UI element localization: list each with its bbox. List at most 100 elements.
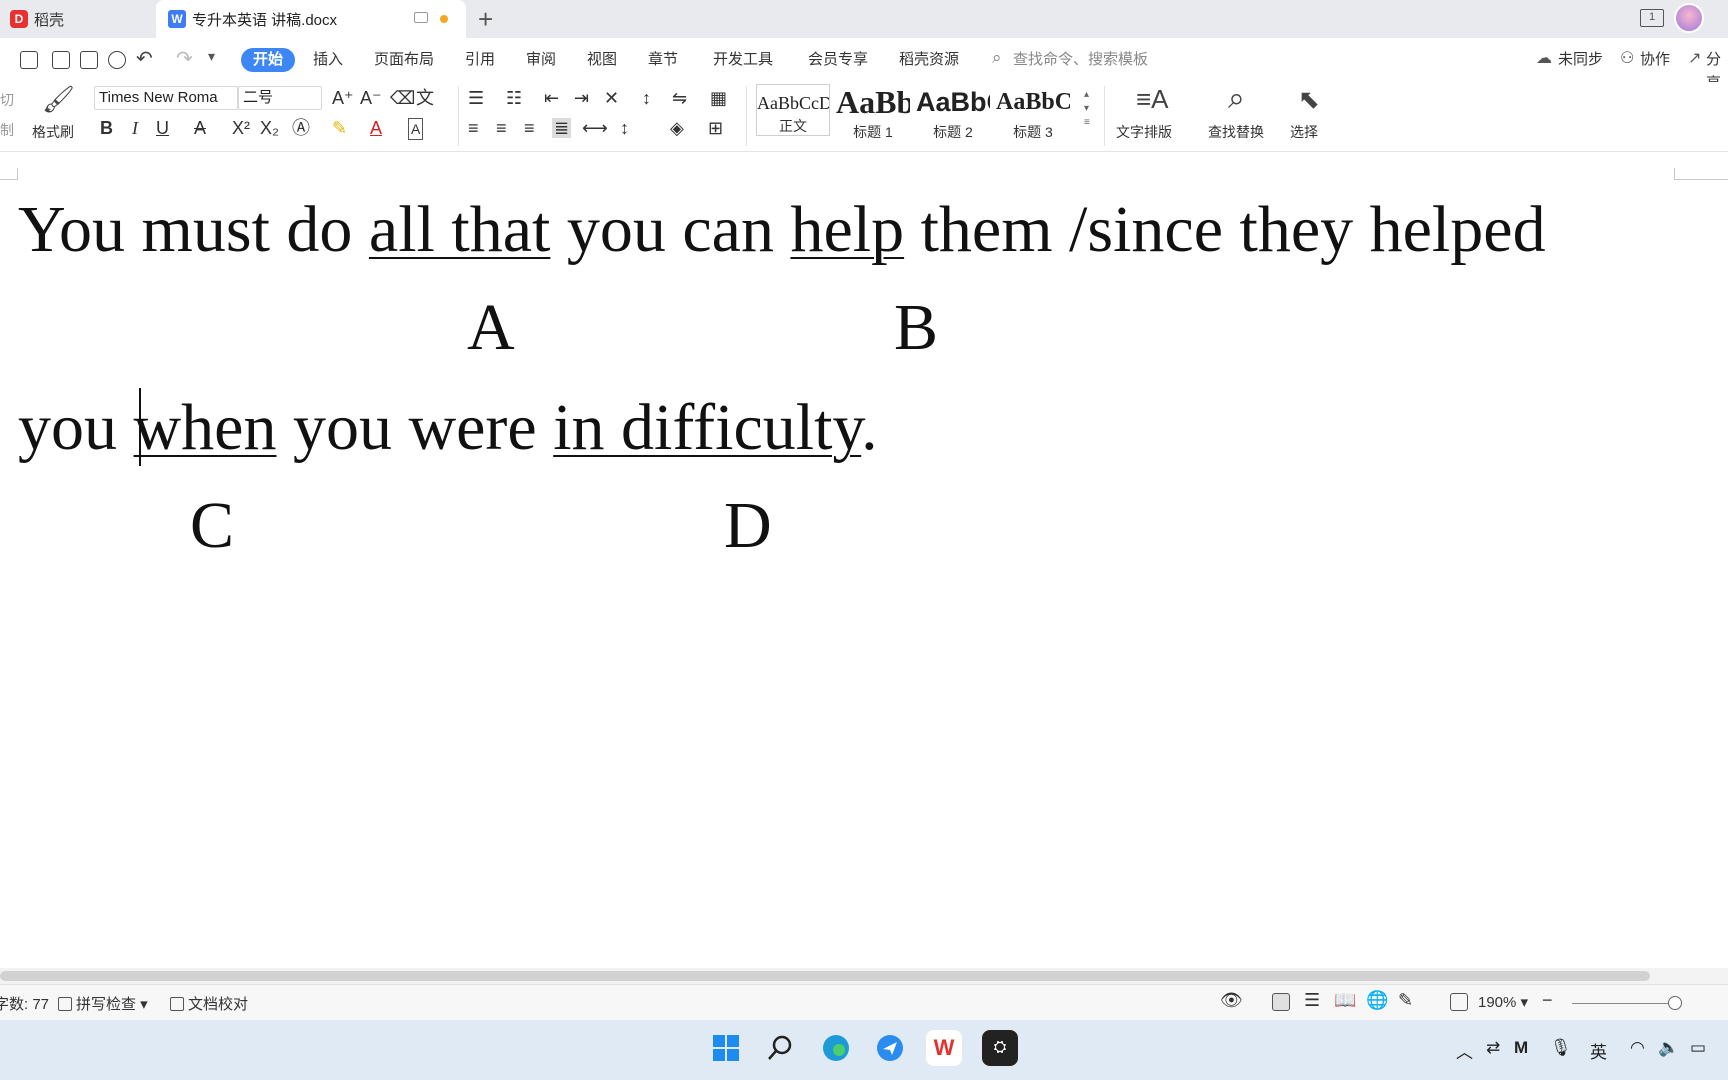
command-search-input[interactable]: 查找命令、搜索模板 bbox=[1013, 48, 1148, 72]
spell-check-toggle[interactable]: 拼写检查 ▾ bbox=[58, 993, 148, 1014]
text-layout-icon[interactable]: ≡A bbox=[1136, 84, 1169, 115]
save-icon[interactable] bbox=[20, 51, 38, 69]
reading-view-icon[interactable]: 📖 bbox=[1334, 990, 1356, 1011]
zoom-slider[interactable] bbox=[1572, 1003, 1682, 1004]
decrease-indent-icon[interactable]: ⇤ bbox=[544, 88, 559, 108]
document-page[interactable] bbox=[0, 162, 1728, 970]
align-right-icon[interactable]: ≡ bbox=[524, 118, 535, 138]
italic-icon[interactable]: I bbox=[132, 118, 138, 138]
underline-icon[interactable]: U bbox=[156, 118, 169, 138]
wps-office-icon[interactable]: W bbox=[926, 1030, 962, 1066]
copy-button[interactable]: 复制 bbox=[0, 120, 14, 140]
tab-document[interactable]: W 专升本英语 讲稿.docx bbox=[156, 0, 466, 38]
format-painter-icon[interactable]: 🖌 bbox=[42, 84, 75, 115]
menu-member[interactable]: 会员专享 bbox=[808, 48, 868, 72]
battery-icon[interactable]: ▭ bbox=[1690, 1038, 1706, 1058]
font-size-select[interactable]: 二号 bbox=[238, 86, 322, 110]
menu-references[interactable]: 引用 bbox=[465, 48, 495, 72]
screen-icon[interactable] bbox=[414, 12, 428, 23]
style-heading-3[interactable]: AaBbC 标题 3 bbox=[996, 84, 1070, 140]
window-switch-button[interactable]: 1 bbox=[1640, 9, 1664, 27]
export-icon[interactable] bbox=[52, 51, 70, 69]
search-icon[interactable] bbox=[762, 1030, 798, 1066]
print-icon[interactable] bbox=[80, 51, 98, 69]
tray-m-icon[interactable]: M bbox=[1514, 1038, 1528, 1058]
style-heading-2[interactable]: AaBbC 标题 2 bbox=[916, 84, 990, 140]
ime-indicator[interactable]: 英 bbox=[1590, 1038, 1607, 1063]
volume-icon[interactable]: 🔈 bbox=[1658, 1038, 1679, 1058]
doc-proofread-button[interactable]: 文档校对 bbox=[170, 993, 248, 1014]
menu-resources[interactable]: 稻壳资源 bbox=[899, 48, 959, 72]
sync-status[interactable]: 未同步 bbox=[1558, 48, 1603, 72]
sentence-line-2[interactable]: you when you were in difficulty. bbox=[18, 390, 878, 466]
increase-indent-icon[interactable]: ⇥ bbox=[574, 88, 589, 108]
menu-review[interactable]: 审阅 bbox=[526, 48, 556, 72]
word-count[interactable]: 字数: 77 bbox=[0, 993, 49, 1014]
new-tab-button[interactable]: + bbox=[478, 4, 493, 35]
redo-icon[interactable]: ↷ bbox=[176, 46, 193, 71]
horizontal-scrollbar[interactable] bbox=[0, 968, 1728, 984]
menu-chapter[interactable]: 章节 bbox=[648, 48, 678, 72]
feishu-icon[interactable] bbox=[872, 1030, 908, 1066]
numbered-list-icon[interactable]: ☷ bbox=[506, 88, 522, 108]
font-color-icon[interactable]: A bbox=[370, 118, 382, 138]
subscript-icon[interactable]: X₂ bbox=[260, 118, 279, 138]
zoom-slider-handle[interactable] bbox=[1668, 996, 1682, 1010]
distribute-icon[interactable]: ⟷ bbox=[582, 118, 608, 138]
chevron-up-icon[interactable]: ︿ bbox=[1456, 1038, 1473, 1063]
tab-home[interactable]: D 稻壳 bbox=[0, 0, 155, 38]
write-mode-icon[interactable]: ✎ bbox=[1398, 990, 1413, 1011]
chinese-layout-icon[interactable]: ✕ bbox=[604, 88, 619, 108]
collab-button[interactable]: 协作 bbox=[1640, 48, 1670, 72]
char-border-icon[interactable]: A bbox=[408, 118, 424, 140]
menu-view[interactable]: 视图 bbox=[587, 48, 617, 72]
select-cursor-icon[interactable]: ⬉ bbox=[1298, 84, 1320, 115]
scrollbar-thumb[interactable] bbox=[0, 971, 1650, 981]
zoom-out-icon[interactable]: − bbox=[1542, 990, 1553, 1011]
share-button[interactable]: 分享 bbox=[1706, 48, 1728, 92]
zoom-level[interactable]: 190% ▾ bbox=[1478, 993, 1528, 1011]
preview-icon[interactable] bbox=[108, 51, 126, 69]
chevron-down-icon[interactable]: ▾ bbox=[208, 48, 215, 65]
menu-layout[interactable]: 页面布局 bbox=[374, 48, 434, 72]
windows-start-icon[interactable] bbox=[708, 1030, 744, 1066]
cut-button[interactable]: 剪切 bbox=[0, 90, 14, 110]
clear-format-icon[interactable]: ⌫ bbox=[390, 88, 415, 108]
microphone-icon[interactable]: 🎙 bbox=[1550, 1038, 1572, 1058]
strikethrough-icon[interactable]: A bbox=[194, 118, 206, 138]
tray-app-icon[interactable]: ⇄ bbox=[1486, 1038, 1500, 1058]
text-layout-button[interactable]: 文字排版 bbox=[1116, 122, 1172, 142]
select-button[interactable]: 选择 bbox=[1290, 122, 1318, 142]
find-replace-button[interactable]: 查找替换 bbox=[1208, 122, 1264, 142]
bullet-list-icon[interactable]: ☰ bbox=[468, 88, 484, 108]
highlight-icon[interactable]: ✎ bbox=[332, 118, 347, 138]
bold-icon[interactable]: B bbox=[100, 118, 113, 138]
show-marks-icon[interactable]: ⇋ bbox=[672, 88, 687, 108]
style-normal[interactable]: AaBbCcDd 正文 bbox=[756, 84, 830, 136]
font-name-select[interactable]: Times New Roma bbox=[94, 86, 238, 110]
text-effect-icon[interactable]: Ⓐ bbox=[292, 118, 310, 138]
table-grid-icon[interactable]: ▦ bbox=[710, 88, 727, 108]
wifi-icon[interactable]: ◠ bbox=[1630, 1038, 1645, 1058]
phonetic-icon[interactable]: 文 bbox=[416, 88, 434, 108]
shrink-font-icon[interactable]: A⁻ bbox=[360, 88, 382, 108]
borders-icon[interactable]: ⊞ bbox=[708, 118, 723, 138]
style-heading-1[interactable]: AaBb 标题 1 bbox=[836, 84, 910, 140]
shading-icon[interactable]: ◈ bbox=[670, 118, 684, 138]
menu-insert[interactable]: 插入 bbox=[313, 48, 343, 72]
find-replace-icon[interactable]: ⌕ bbox=[1228, 82, 1245, 116]
line-spacing-icon[interactable]: ↕ bbox=[620, 118, 629, 138]
menu-devtools[interactable]: 开发工具 bbox=[713, 48, 773, 72]
align-center-icon[interactable]: ≡ bbox=[496, 118, 507, 138]
style-scroll-icon[interactable]: ▴ ▾ ≡ bbox=[1084, 88, 1090, 130]
align-left-icon[interactable]: ≡ bbox=[468, 118, 479, 138]
sort-icon[interactable]: ↕ bbox=[642, 88, 651, 108]
web-view-icon[interactable]: 🌐 bbox=[1366, 990, 1388, 1011]
eye-protection-icon[interactable]: 👁 bbox=[1220, 990, 1243, 1011]
superscript-icon[interactable]: X² bbox=[232, 118, 250, 138]
menu-start[interactable]: 开始 bbox=[241, 48, 296, 72]
format-painter-label[interactable]: 格式刷 bbox=[32, 122, 74, 142]
page-view-icon[interactable] bbox=[1272, 993, 1290, 1011]
edge-browser-icon[interactable] bbox=[818, 1030, 854, 1066]
undo-icon[interactable]: ↶ bbox=[136, 46, 153, 71]
